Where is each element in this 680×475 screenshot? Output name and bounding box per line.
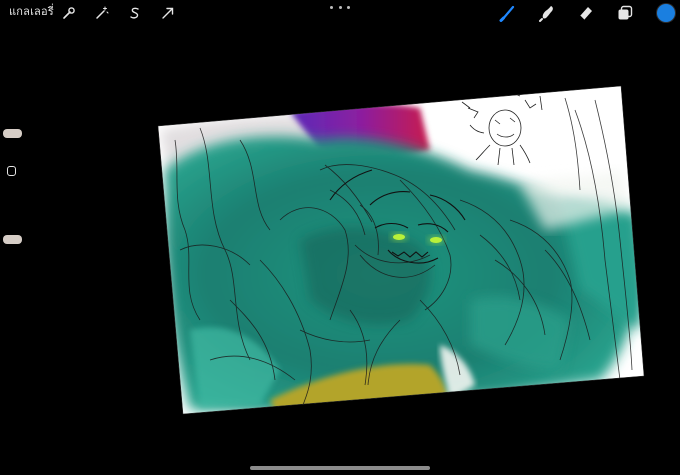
more-options-button[interactable] <box>330 1 350 13</box>
modify-button[interactable] <box>7 166 16 176</box>
home-indicator[interactable] <box>250 466 430 470</box>
layers-icon <box>616 4 634 22</box>
brush-icon <box>499 4 517 22</box>
eraser-icon <box>577 4 595 22</box>
dot-icon <box>338 5 342 9</box>
arrow-cursor-icon <box>161 6 175 20</box>
drawing-canvas[interactable] <box>0 0 680 475</box>
brush-size-slider-handle[interactable] <box>3 129 22 138</box>
transform-button[interactable] <box>159 4 177 22</box>
procreate-app: แกลเลอรี่ <box>0 0 680 475</box>
selection-button[interactable] <box>126 4 144 22</box>
color-picker-button[interactable] <box>657 4 675 22</box>
layers-button[interactable] <box>616 4 634 22</box>
selection-s-icon <box>128 6 142 20</box>
brush-tool-button[interactable] <box>499 4 517 22</box>
magic-wand-icon <box>95 6 109 20</box>
smudge-tool-button[interactable] <box>538 4 556 22</box>
smudge-icon <box>538 4 556 22</box>
canvas-area[interactable] <box>0 0 680 475</box>
top-toolbar: แกลเลอรี่ <box>0 0 680 26</box>
dot-icon <box>347 5 350 9</box>
gallery-button[interactable]: แกลเลอรี่ <box>9 4 54 20</box>
adjustments-button[interactable] <box>93 4 111 22</box>
eraser-tool-button[interactable] <box>577 4 595 22</box>
actions-button[interactable] <box>60 4 78 22</box>
dot-icon <box>330 5 333 9</box>
wrench-icon <box>62 6 76 20</box>
opacity-slider-handle[interactable] <box>3 235 22 244</box>
